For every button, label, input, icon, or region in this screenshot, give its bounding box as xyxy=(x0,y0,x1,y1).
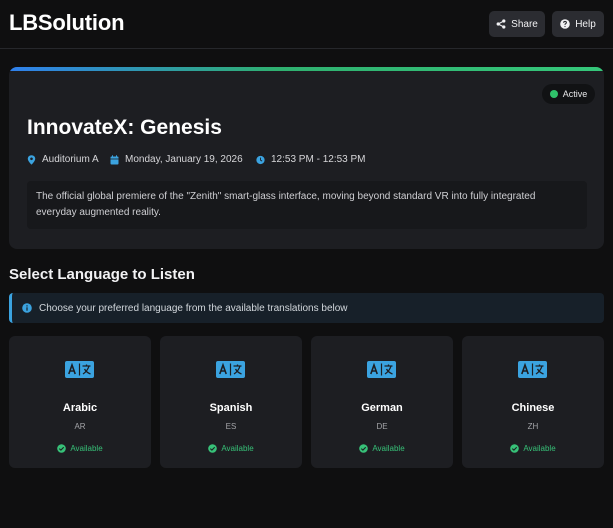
availability-label: Available xyxy=(221,444,254,453)
language-name: Chinese xyxy=(511,402,555,414)
language-name: Arabic xyxy=(62,402,98,414)
help-label: Help xyxy=(575,18,596,30)
language-card-arabic[interactable]: Arabic AR Available xyxy=(9,336,151,468)
languages-section-title: Select Language to Listen xyxy=(9,266,195,283)
share-icon xyxy=(496,19,506,29)
check-circle-icon xyxy=(510,444,520,453)
event-title: InnovateX: Genesis xyxy=(27,116,222,139)
event-description: The official global premiere of the "Zen… xyxy=(27,181,587,229)
info-alert: Choose your preferred language from the … xyxy=(9,293,604,323)
info-text: Choose your preferred language from the … xyxy=(39,302,348,314)
app-header: LBSolution Share Help xyxy=(0,0,613,49)
event-location-text: Auditorium A xyxy=(42,154,99,165)
check-circle-icon xyxy=(359,444,369,453)
translate-icon xyxy=(518,361,547,378)
event-location: Auditorium A xyxy=(27,154,99,165)
status-label: Active xyxy=(562,89,588,99)
event-card-accent-bar xyxy=(9,67,604,71)
status-badge: Active xyxy=(542,84,595,104)
calendar-icon xyxy=(110,154,119,164)
translate-icon xyxy=(65,361,94,378)
share-label: Share xyxy=(511,18,538,30)
event-date: Monday, January 19, 2026 xyxy=(110,154,243,165)
availability-label: Available xyxy=(523,444,556,453)
share-button[interactable]: Share xyxy=(489,11,545,37)
language-card-chinese[interactable]: Chinese ZH Available xyxy=(462,336,604,468)
clock-icon xyxy=(256,155,265,164)
availability-label: Available xyxy=(372,444,405,453)
availability-status: Available xyxy=(160,444,302,453)
map-pin-icon xyxy=(27,154,36,165)
language-name: German xyxy=(361,402,403,414)
language-name: Spanish xyxy=(209,402,253,414)
language-code: AR xyxy=(74,422,86,431)
event-time-text: 12:53 PM - 12:53 PM xyxy=(271,154,366,165)
language-card-spanish[interactable]: Spanish ES Available xyxy=(160,336,302,468)
translate-icon xyxy=(216,361,245,378)
status-dot xyxy=(549,90,558,98)
availability-label: Available xyxy=(70,444,103,453)
event-date-text: Monday, January 19, 2026 xyxy=(125,154,243,165)
event-time: 12:53 PM - 12:53 PM xyxy=(256,154,366,165)
availability-status: Available xyxy=(311,444,453,453)
check-circle-icon xyxy=(57,444,67,453)
check-circle-icon xyxy=(208,444,218,453)
availability-status: Available xyxy=(462,444,604,453)
language-card-german[interactable]: German DE Available xyxy=(311,336,453,468)
availability-status: Available xyxy=(9,444,151,453)
event-card: Active InnovateX: Genesis Auditorium A M… xyxy=(9,67,604,249)
translate-icon xyxy=(367,361,396,378)
brand-logo-text[interactable]: LBSolution xyxy=(9,10,125,36)
language-code: DE xyxy=(376,422,388,431)
help-icon xyxy=(560,19,571,29)
info-icon xyxy=(22,303,32,313)
language-code: ZH xyxy=(527,422,539,431)
help-button[interactable]: Help xyxy=(552,11,604,37)
language-code: ES xyxy=(225,422,237,431)
